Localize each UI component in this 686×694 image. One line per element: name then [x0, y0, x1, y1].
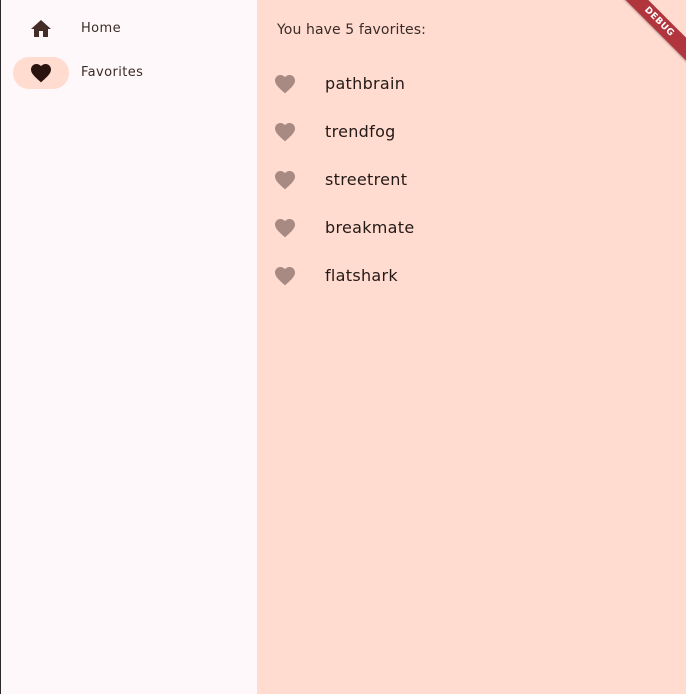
favorite-icon — [275, 267, 295, 286]
favorite-icon — [275, 123, 295, 142]
list-item-title: flatshark — [325, 266, 398, 285]
favorites-list: pathbrain trendfog streetrent breakmate — [257, 60, 686, 300]
nav-item-favorites[interactable]: Favorites — [13, 57, 243, 89]
list-item[interactable]: pathbrain — [257, 60, 686, 108]
home-icon — [31, 20, 51, 37]
list-item[interactable]: flatshark — [257, 252, 686, 300]
list-item-title: pathbrain — [325, 74, 406, 93]
favorite-icon — [275, 171, 295, 190]
nav-item-label: Favorites — [81, 65, 144, 80]
favorite-icon — [275, 219, 295, 238]
list-item-title: streetrent — [325, 170, 408, 189]
nav-indicator — [13, 13, 69, 45]
app-window: Home Favorites You have 5 favorites: pat… — [0, 0, 686, 694]
favorites-page: You have 5 favorites: pathbrain trendfog… — [257, 0, 686, 694]
list-item-title: trendfog — [325, 122, 396, 141]
favorites-count-header: You have 5 favorites: — [277, 22, 426, 38]
list-item-title: breakmate — [325, 218, 415, 237]
list-item[interactable]: streetrent — [257, 156, 686, 204]
list-item[interactable]: trendfog — [257, 108, 686, 156]
favorite-icon — [275, 75, 295, 94]
nav-item-home[interactable]: Home — [13, 13, 243, 45]
nav-indicator-active — [13, 57, 69, 89]
navigation-rail: Home Favorites — [1, 0, 257, 694]
list-item[interactable]: breakmate — [257, 204, 686, 252]
favorite-icon — [31, 64, 51, 83]
nav-item-label: Home — [81, 21, 121, 36]
